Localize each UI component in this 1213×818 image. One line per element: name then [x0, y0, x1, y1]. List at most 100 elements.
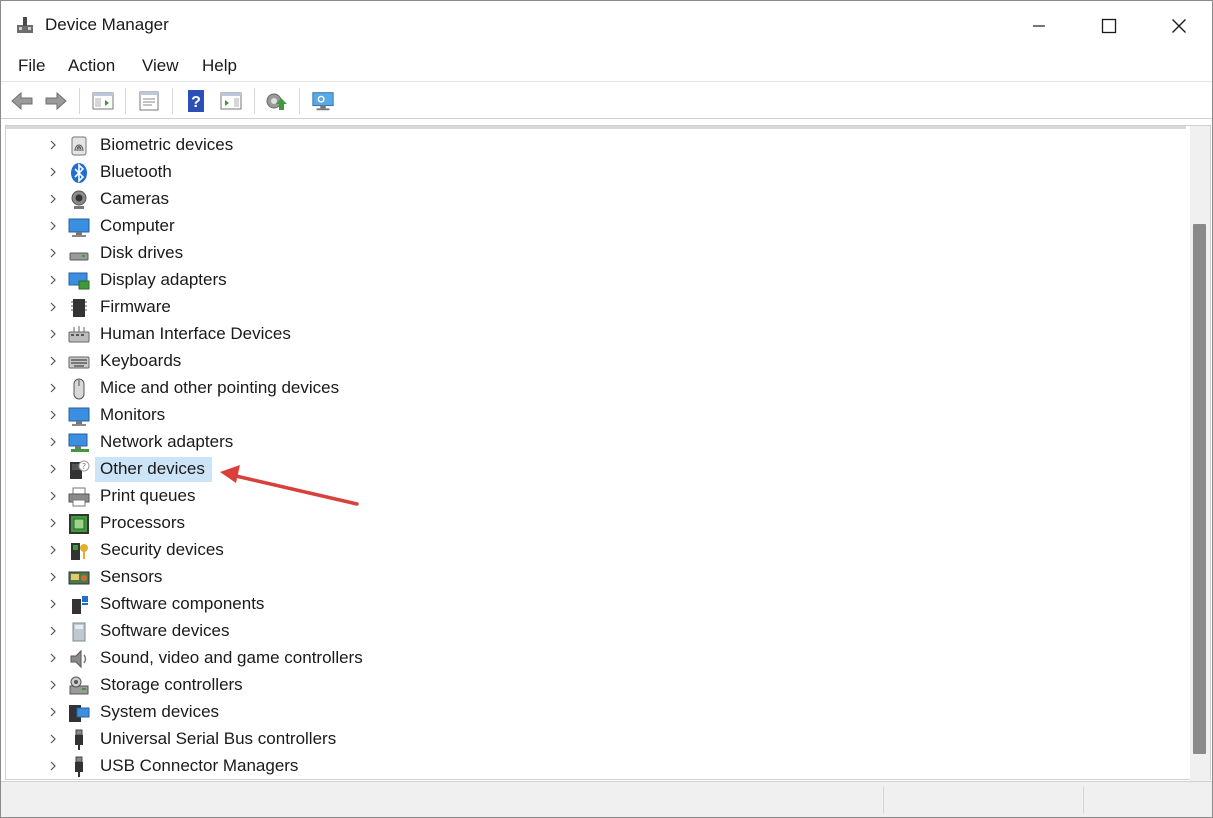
chevron-right-icon[interactable] [46, 354, 60, 368]
toolbar-separator [125, 88, 126, 114]
tree-node-label: Storage controllers [100, 675, 243, 694]
security-device-icon [71, 543, 88, 560]
usb-icon [75, 756, 83, 777]
minimize-button[interactable] [1004, 1, 1074, 51]
tree-node[interactable]: Display adapters [6, 267, 606, 294]
device-tree-pane[interactable]: Biometric devices Bluetooth Cameras Compute… [5, 125, 1211, 781]
chevron-right-icon[interactable] [46, 219, 60, 233]
tree-node[interactable]: Universal Serial Bus controllers [6, 726, 606, 753]
software-component-icon [72, 596, 88, 614]
tree-node-label: System devices [100, 702, 220, 721]
tree-node[interactable]: Mice and other pointing devices [6, 375, 606, 402]
chevron-right-icon[interactable] [46, 516, 60, 530]
chevron-right-icon[interactable] [46, 381, 60, 395]
maximize-icon [1101, 18, 1117, 34]
chevron-right-icon[interactable] [46, 651, 60, 665]
tree-node-label: USB Connector Managers [100, 756, 299, 775]
tree-node[interactable]: Disk drives [6, 240, 606, 267]
network-adapter-icon [68, 433, 89, 452]
tree-node-label: Display adapters [100, 270, 227, 289]
chevron-right-icon[interactable] [46, 705, 60, 719]
chevron-right-icon[interactable] [46, 192, 60, 206]
fingerprint-icon [71, 136, 87, 156]
chevron-right-icon[interactable] [46, 678, 60, 692]
chevron-right-icon[interactable] [46, 759, 60, 773]
menu-file[interactable]: File [18, 56, 45, 76]
properties-button[interactable] [137, 89, 161, 113]
tree-node[interactable]: Storage controllers [6, 672, 606, 699]
tree-node-label: Sound, video and game controllers [100, 648, 363, 667]
menu-help[interactable]: Help [202, 56, 237, 76]
chevron-right-icon[interactable] [46, 597, 60, 611]
show-hide-console-tree-button[interactable] [91, 89, 115, 113]
help-button[interactable]: ? [184, 89, 208, 113]
storage-controller-icon [69, 676, 89, 695]
chevron-right-icon[interactable] [46, 570, 60, 584]
menu-action[interactable]: Action [68, 56, 115, 76]
firmware-icon [71, 299, 87, 317]
chevron-right-icon[interactable] [46, 732, 60, 746]
tree-node[interactable]: Computer [6, 213, 606, 240]
window-title: Device Manager [45, 15, 169, 34]
device-manager-icon [17, 17, 33, 33]
chevron-right-icon[interactable] [46, 624, 60, 638]
tree-node[interactable]: Security devices [6, 537, 606, 564]
scrollbar-thumb[interactable] [1193, 224, 1206, 754]
close-button[interactable] [1144, 1, 1213, 51]
device-manager-window: Device Manager File Action View Help ? B… [0, 0, 1213, 818]
toolbar-separator [172, 88, 173, 114]
tree-node[interactable]: Processors [6, 510, 606, 537]
tree-node-label: Software devices [100, 621, 230, 640]
tree-node[interactable]: Keyboards [6, 348, 606, 375]
chevron-right-icon[interactable] [46, 165, 60, 179]
forward-button[interactable] [44, 89, 68, 113]
menu-view[interactable]: View [142, 56, 179, 76]
title-bar[interactable]: Device Manager [1, 1, 1212, 51]
tree-node[interactable]: Network adapters [6, 429, 606, 456]
update-driver-button[interactable] [265, 89, 289, 113]
back-icon [11, 91, 33, 111]
sensor-icon [68, 571, 90, 585]
tree-node[interactable]: USB Connector Managers [6, 753, 606, 780]
tree-node-label: Other devices [100, 459, 205, 478]
chevron-right-icon[interactable] [46, 462, 60, 476]
tree-node[interactable]: Bluetooth [6, 159, 606, 186]
tree-node-label: Universal Serial Bus controllers [100, 729, 337, 748]
maximize-button[interactable] [1074, 1, 1144, 51]
chevron-right-icon[interactable] [46, 543, 60, 557]
tree-node-label: Firmware [100, 297, 171, 316]
tree-node[interactable]: System devices [6, 699, 606, 726]
chevron-right-icon[interactable] [46, 408, 60, 422]
chevron-right-icon[interactable] [46, 138, 60, 152]
svg-text:?: ? [191, 94, 201, 111]
unknown-device-icon: ? [70, 460, 90, 479]
tree-node[interactable]: Cameras [6, 186, 606, 213]
back-button[interactable] [10, 89, 34, 113]
processor-icon [69, 514, 89, 534]
vertical-scrollbar[interactable] [1190, 126, 1210, 781]
status-bar [1, 781, 1212, 817]
tree-node[interactable]: Human Interface Devices [6, 321, 606, 348]
tree-node[interactable]: Print queues [6, 483, 606, 510]
chevron-right-icon[interactable] [46, 300, 60, 314]
keyboard-icon [68, 356, 90, 369]
display-adapter-icon [68, 272, 90, 290]
chevron-right-icon[interactable] [46, 435, 60, 449]
tree-node[interactable]: Biometric devices [6, 132, 606, 159]
tree-node[interactable]: ? Other devices [6, 456, 606, 483]
chevron-right-icon[interactable] [46, 327, 60, 341]
chevron-right-icon[interactable] [46, 489, 60, 503]
tree-node[interactable]: Monitors [6, 402, 606, 429]
chevron-right-icon[interactable] [46, 246, 60, 260]
tree-node[interactable]: Sound, video and game controllers [6, 645, 606, 672]
tree-node[interactable]: Sensors [6, 564, 606, 591]
tree-node-label: Monitors [100, 405, 166, 424]
tree-node[interactable]: Software components [6, 591, 606, 618]
scan-hardware-button[interactable] [311, 89, 335, 113]
chevron-right-icon[interactable] [46, 273, 60, 287]
speaker-icon [70, 649, 87, 669]
close-icon [1172, 19, 1186, 33]
tree-node[interactable]: Firmware [6, 294, 606, 321]
tree-node[interactable]: Software devices [6, 618, 606, 645]
action-pane-button[interactable] [219, 89, 243, 113]
